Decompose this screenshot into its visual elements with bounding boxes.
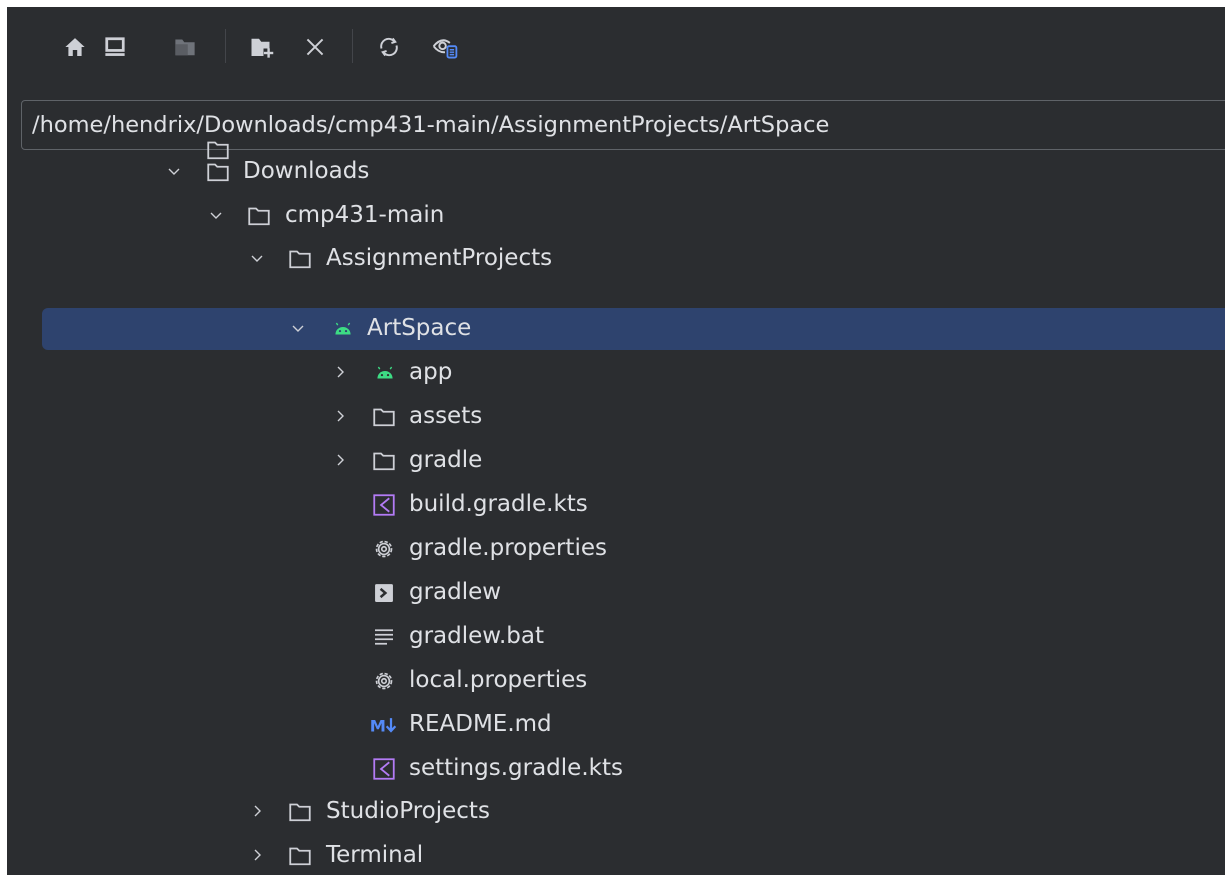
folder-icon [287,799,313,825]
tree-item-label: gradle [409,447,483,473]
tree-item-cmp431-main[interactable]: cmp431-main [7,194,1225,238]
chevron-right-icon[interactable] [246,844,268,866]
chevron-down-icon[interactable] [205,204,227,226]
tree-item-gradlew[interactable]: gradlew [7,571,1225,615]
tree-item-label: app [409,359,453,385]
tree-item-studioprojects[interactable]: StudioProjects [7,790,1225,834]
svg-text:M: M [370,716,386,735]
tree-item-label: README.md [409,711,552,737]
chevron-right-icon[interactable] [246,800,268,822]
android-icon [330,316,356,342]
chevron-right-icon[interactable] [329,405,351,427]
tree-item-label: local.properties [409,667,588,693]
tree-item-app[interactable]: app [7,351,1225,395]
kotlin-icon [371,492,397,518]
settings-gear-icon [371,668,397,694]
home-button[interactable] [57,29,93,65]
terminal-icon [371,580,397,606]
tree-item-build-gradle-kts[interactable]: build.gradle.kts [7,483,1225,527]
tree-item-label: Downloads [243,158,370,184]
text-lines-icon [371,624,397,650]
delete-button[interactable] [297,29,333,65]
selection-highlight [42,308,1225,350]
tree-item-label: cmp431-main [285,201,445,228]
tree-item-label: AssignmentProjects [326,245,553,271]
kotlin-icon [371,756,397,782]
tree-item-local-properties[interactable]: local.properties [7,659,1225,703]
toolbar-separator [352,29,353,63]
tree-item-label: Terminal [326,842,424,868]
show-hidden-button[interactable] [427,29,463,65]
tree-item-assets[interactable]: assets [7,395,1225,439]
tree-item-label: assets [409,403,483,429]
show-hidden-icon [432,39,458,59]
new-folder-button[interactable] [244,29,280,65]
tree-item-label: ArtSpace [367,315,472,341]
tree-item-artspace[interactable]: ArtSpace [7,307,1225,351]
project-folder-button[interactable] [167,29,203,65]
tree-item-assignmentprojects[interactable]: AssignmentProjects [7,237,1225,281]
delete-icon [306,38,324,56]
file-chooser-panel: Downloads cmp431-main AssignmentProjects [7,7,1225,875]
tree-item-readme-md[interactable]: M README.md [7,703,1225,747]
chevron-right-icon[interactable] [329,449,351,471]
tree-item-label: gradlew [409,579,502,605]
tree-item-terminal[interactable]: Terminal [7,834,1225,875]
toolbar [7,7,1225,87]
refresh-icon [380,37,398,57]
new-folder-icon [251,38,274,58]
markdown-icon: M [369,712,403,738]
desktop-button[interactable] [97,29,133,65]
tree-item-label: build.gradle.kts [409,491,588,517]
tree-item-label: settings.gradle.kts [409,755,623,781]
toolbar-separator [225,29,226,63]
home-icon [65,38,85,56]
tree-item-gradlew-bat[interactable]: gradlew.bat [7,615,1225,659]
tree-item-label: gradle.properties [409,535,607,561]
chevron-down-icon[interactable] [287,317,309,339]
refresh-button[interactable] [371,29,407,65]
folder-icon [371,404,397,430]
chevron-down-icon[interactable] [246,247,268,269]
tree-item-settings-gradle-kts[interactable]: settings.gradle.kts [7,747,1225,791]
tree-item-downloads[interactable]: Downloads [7,150,1225,194]
project-folder-icon [175,39,195,56]
desktop-icon [105,37,125,56]
chevron-right-icon[interactable] [329,361,351,383]
folder-icon [287,843,313,869]
chevron-down-icon[interactable] [163,160,185,182]
folder-icon [246,203,272,229]
folder-icon [371,448,397,474]
android-icon [372,360,398,386]
settings-gear-icon [371,536,397,562]
folder-icon [205,159,231,185]
tree-item-label: StudioProjects [326,798,490,824]
tree-item-gradle-properties[interactable]: gradle.properties [7,527,1225,571]
tree-item-gradle[interactable]: gradle [7,439,1225,483]
folder-icon [287,246,313,272]
tree-item-label: gradlew.bat [409,623,545,649]
